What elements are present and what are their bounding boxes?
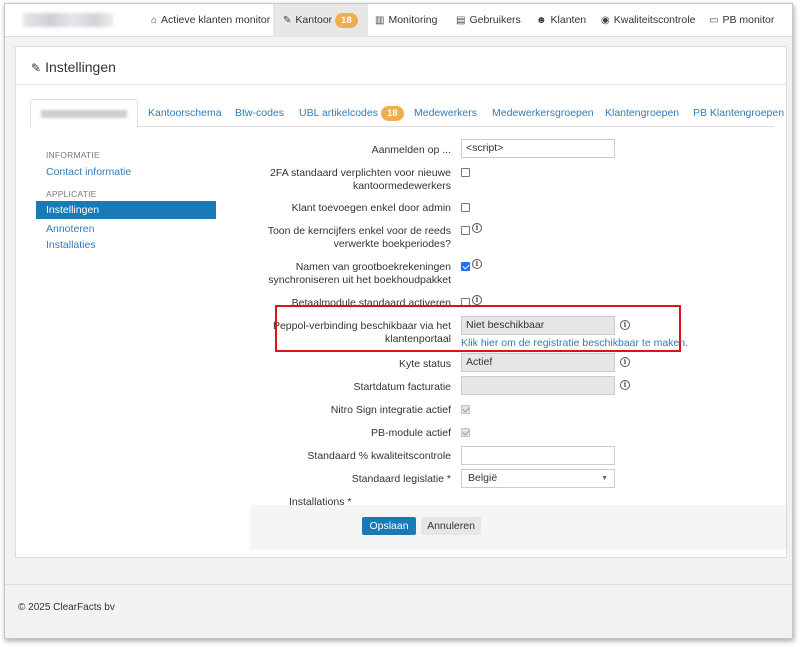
tab-medewerkersgroepen[interactable]: Medewerkersgroepen bbox=[492, 99, 594, 127]
pb-module-checkbox bbox=[461, 428, 470, 437]
highlight-box bbox=[275, 305, 681, 352]
caret-down-icon: ▼ bbox=[601, 475, 608, 482]
info-icon[interactable]: i bbox=[472, 223, 482, 233]
settings-tabs: Kantoorschema Btw-codes UBL artikelcodes… bbox=[30, 99, 784, 128]
kyte-status-field: Actief bbox=[461, 353, 615, 372]
form-actions: Opslaan Annuleren bbox=[250, 505, 786, 550]
home-icon: ⌂ bbox=[151, 15, 158, 26]
kyte-label: Kyte status bbox=[399, 358, 451, 370]
legislatie-label: Standaard legislatie * bbox=[351, 473, 451, 485]
save-button[interactable]: Opslaan bbox=[362, 517, 416, 535]
info-icon[interactable]: i bbox=[620, 357, 630, 367]
settings-panel: ✎ Instellingen Kantoorschema Btw-codes UB… bbox=[15, 46, 787, 558]
nav-gebruikers[interactable]: ▤ Gebruikers bbox=[446, 4, 531, 37]
nav-klanten[interactable]: ☻ Klanten bbox=[526, 4, 596, 37]
app-window: ⌂ Actieve klanten monitor ✎ Kantoor 18 ▥ Mon… bbox=[4, 3, 793, 639]
monitor-icon: ▭ bbox=[709, 15, 719, 26]
tab-klantengroepen[interactable]: Klantengroepen bbox=[605, 99, 679, 127]
tab-office-name-blurred bbox=[41, 110, 127, 118]
klant-admin-label: Klant toevoegen enkel door admin bbox=[291, 202, 451, 214]
wrench-icon: ✎ bbox=[283, 15, 292, 26]
kerncijfers-label: Toon de kerncijfers enkel voor de reeds … bbox=[267, 225, 451, 250]
group-icon: ☻ bbox=[536, 15, 547, 26]
copyright-text: © 2025 ClearFacts bv bbox=[18, 602, 115, 613]
side-heading-applicatie: APPLICATIE bbox=[46, 189, 97, 199]
tab-office-name[interactable] bbox=[30, 99, 138, 128]
namen-label: Namen van grootboekrekeningen synchronis… bbox=[268, 261, 451, 286]
nav-kwaliteitscontrole[interactable]: ◉ Kwaliteitscontrole bbox=[591, 4, 705, 37]
kwaliteit-label: Standaard % kwaliteitscontrole bbox=[307, 450, 451, 462]
tab-ubl-artikelcodes[interactable]: UBL artikelcodes 18 bbox=[299, 99, 404, 127]
tab-btw-codes[interactable]: Btw-codes bbox=[235, 99, 284, 127]
side-link-instellingen[interactable]: Instellingen bbox=[36, 201, 216, 219]
nav-actieve-klanten-monitor[interactable]: ⌂ Actieve klanten monitor bbox=[141, 4, 280, 37]
info-icon[interactable]: i bbox=[620, 380, 630, 390]
side-link-annoteren[interactable]: Annoteren bbox=[46, 223, 94, 235]
page-title: ✎ Instellingen bbox=[31, 59, 116, 75]
nav-kantoor[interactable]: ✎ Kantoor 18 bbox=[273, 4, 368, 37]
chart-icon: ▥ bbox=[375, 15, 385, 26]
wrench-icon: ✎ bbox=[31, 61, 42, 75]
twofa-label: 2FA standaard verplichten voor nieuwe ka… bbox=[270, 167, 451, 192]
logo[interactable] bbox=[23, 13, 113, 27]
aanmelden-input[interactable]: <script> bbox=[461, 139, 615, 158]
divider bbox=[16, 84, 786, 85]
nav-pb-monitor[interactable]: ▭ PB monitor bbox=[699, 4, 784, 37]
kerncijfers-checkbox[interactable] bbox=[461, 226, 470, 235]
side-heading-informatie: INFORMATIE bbox=[46, 150, 100, 160]
legislatie-select[interactable]: België ▼ bbox=[461, 469, 615, 488]
nitro-label: Nitro Sign integratie actief bbox=[330, 404, 451, 416]
klant-admin-checkbox[interactable] bbox=[461, 203, 470, 212]
pb-module-label: PB-module actief bbox=[371, 427, 451, 439]
page-footer: © 2025 ClearFacts bv bbox=[5, 584, 792, 638]
eye-icon: ◉ bbox=[601, 15, 610, 26]
nav-monitoring[interactable]: ▥ Monitoring bbox=[365, 4, 447, 37]
kwaliteit-input[interactable] bbox=[461, 446, 615, 465]
side-link-installaties[interactable]: Installaties bbox=[46, 239, 96, 251]
startdatum-label: Startdatum facturatie bbox=[353, 381, 451, 393]
cancel-button[interactable]: Annuleren bbox=[421, 517, 481, 535]
kantoor-badge: 18 bbox=[335, 12, 358, 28]
top-navbar: ⌂ Actieve klanten monitor ✎ Kantoor 18 ▥ Mon… bbox=[5, 4, 792, 37]
users-list-icon: ▤ bbox=[456, 15, 466, 26]
info-icon[interactable]: i bbox=[472, 259, 482, 269]
tab-medewerkers[interactable]: Medewerkers bbox=[414, 99, 477, 127]
aanmelden-label: Aanmelden op ... bbox=[371, 144, 451, 156]
nitro-checkbox bbox=[461, 405, 470, 414]
twofa-checkbox[interactable] bbox=[461, 168, 470, 177]
namen-checkbox[interactable] bbox=[461, 262, 470, 271]
ubl-badge: 18 bbox=[380, 105, 404, 121]
startdatum-field bbox=[461, 376, 615, 395]
tab-pb-klantengroepen[interactable]: PB Klantengroepen bbox=[693, 99, 784, 127]
tab-kantoorschema[interactable]: Kantoorschema bbox=[148, 99, 222, 127]
side-link-contact[interactable]: Contact informatie bbox=[46, 166, 131, 178]
info-icon[interactable]: i bbox=[472, 295, 482, 305]
